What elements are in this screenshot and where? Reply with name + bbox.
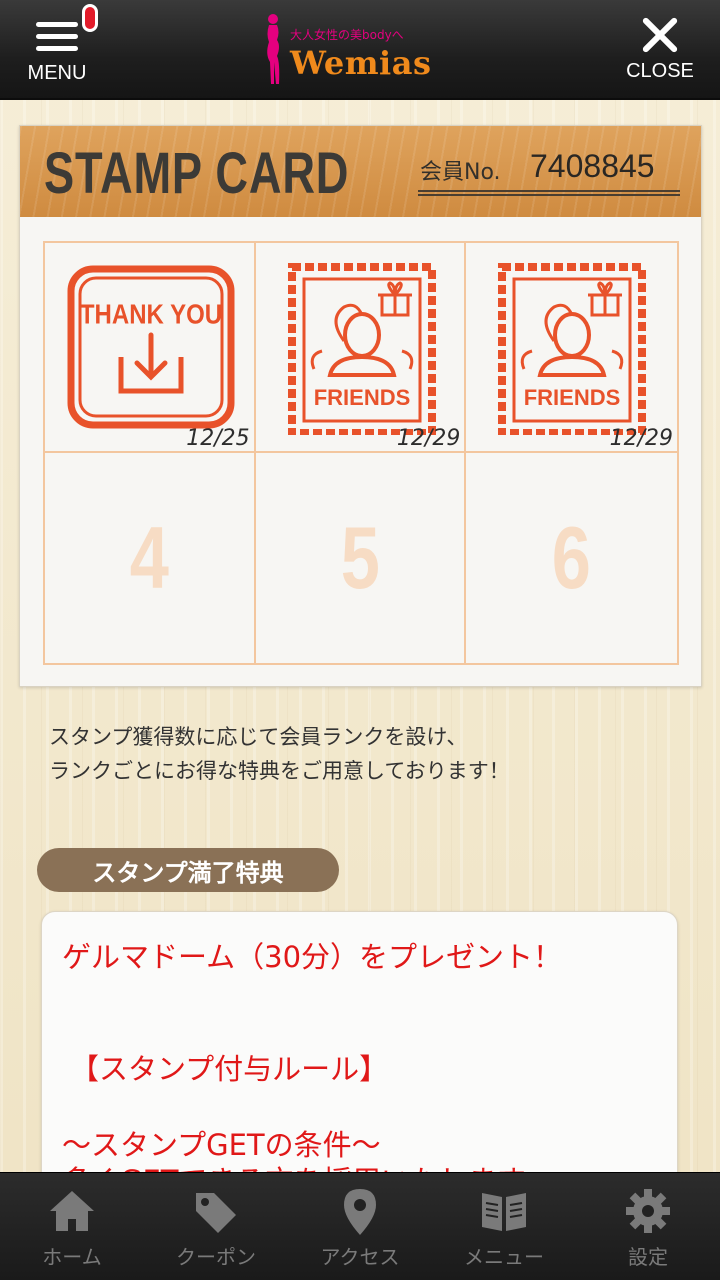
close-button[interactable]: CLOSE xyxy=(612,14,708,90)
stamp-card-title: STAMP CARD xyxy=(44,141,350,206)
slot-number: 6 xyxy=(552,508,592,607)
tab-label: 設定 xyxy=(628,1245,668,1269)
map-pin-icon xyxy=(344,1189,376,1235)
description-line: スタンプ獲得数に応じて会員ランクを設け、 xyxy=(49,725,468,749)
coupon-tag-icon xyxy=(196,1193,236,1233)
stamp-text: FRIENDS xyxy=(313,385,410,410)
close-label: CLOSE xyxy=(626,60,694,82)
brand-logo: 大人女性の美bodyへ Wemias xyxy=(262,12,462,88)
stamp-date: 12/25 xyxy=(186,426,250,451)
stamp-date: 12/29 xyxy=(396,426,461,451)
hamburger-icon xyxy=(36,22,78,56)
member-number: 7408845 xyxy=(530,148,655,184)
gear-icon xyxy=(626,1189,670,1233)
tab-coupon[interactable]: クーポン xyxy=(144,1173,288,1280)
stamp-slot-5[interactable]: 5 xyxy=(256,453,467,663)
reward-box: ゲルマドーム（30分）をプレゼント！ 【スタンプ付与ルール】 ～スタンプGETの… xyxy=(41,911,678,1211)
stamp-date: 12/29 xyxy=(609,426,673,451)
stamp-grid: THANK YOU 12/25 FRIENDS 12/29 FRIENDS 12… xyxy=(43,241,679,665)
description-line: ランクごとにお得な特典をご用意しております！ xyxy=(49,759,510,783)
stamp-text: THANK YOU xyxy=(80,300,222,330)
stamp-slot-2[interactable]: FRIENDS 12/29 xyxy=(255,243,467,453)
member-underline xyxy=(418,190,680,196)
tab-settings[interactable]: 設定 xyxy=(576,1173,720,1280)
thank-you-stamp-icon: THANK YOU xyxy=(67,265,235,429)
home-icon xyxy=(50,1191,94,1231)
woman-silhouette-icon xyxy=(267,14,280,84)
menu-button[interactable]: MENU xyxy=(14,4,100,92)
friends-stamp-icon: FRIENDS xyxy=(287,263,436,435)
friends-stamp-icon: FRIENDS xyxy=(498,263,647,435)
tab-access[interactable]: アクセス xyxy=(288,1173,432,1280)
logo-name: Wemias xyxy=(290,44,432,82)
tab-label: アクセス xyxy=(320,1245,400,1269)
stamp-slot-1[interactable]: THANK YOU 12/25 xyxy=(45,243,256,453)
tab-home[interactable]: ホーム xyxy=(0,1173,144,1280)
tab-label: メニュー xyxy=(464,1245,544,1269)
stamp-slot-4[interactable]: 4 xyxy=(45,453,256,663)
stamp-rule-heading: 【スタンプ付与ルール】 xyxy=(70,1052,389,1086)
menu-label: MENU xyxy=(27,62,87,84)
tab-label: クーポン xyxy=(176,1245,256,1269)
reward-section-tag: スタンプ満了特典 xyxy=(37,848,339,892)
stamp-card-header: STAMP CARD 会員No. 7408845 xyxy=(20,126,701,217)
close-icon xyxy=(639,14,681,56)
tab-menu[interactable]: メニュー xyxy=(432,1173,576,1280)
logo-tagline: 大人女性の美bodyへ xyxy=(290,28,404,42)
top-bar: MENU 大人女性の美bodyへ Wemias CLOSE xyxy=(0,0,720,100)
stamp-card: STAMP CARD 会員No. 7408845 THANK YOU 12/25 xyxy=(19,125,702,687)
stamp-slot-3[interactable]: FRIENDS 12/29 xyxy=(466,243,677,453)
menu-book-icon xyxy=(482,1193,526,1231)
slot-number: 5 xyxy=(340,508,380,607)
stamp-text: FRIENDS xyxy=(524,385,621,410)
member-number-label: 会員No. xyxy=(420,160,501,185)
notification-badge xyxy=(82,4,98,32)
stamp-slot-6[interactable]: 6 xyxy=(466,453,677,663)
slot-number: 4 xyxy=(129,508,169,607)
tab-label: ホーム xyxy=(42,1245,102,1269)
reward-text: ゲルマドーム（30分）をプレゼント！ xyxy=(62,940,563,974)
bottom-tab-bar: ホーム クーポン アクセス メニュー 設定 xyxy=(0,1172,720,1280)
rank-description: スタンプ獲得数に応じて会員ランクを設け、 ランクごとにお得な特典をご用意しており… xyxy=(49,720,689,788)
